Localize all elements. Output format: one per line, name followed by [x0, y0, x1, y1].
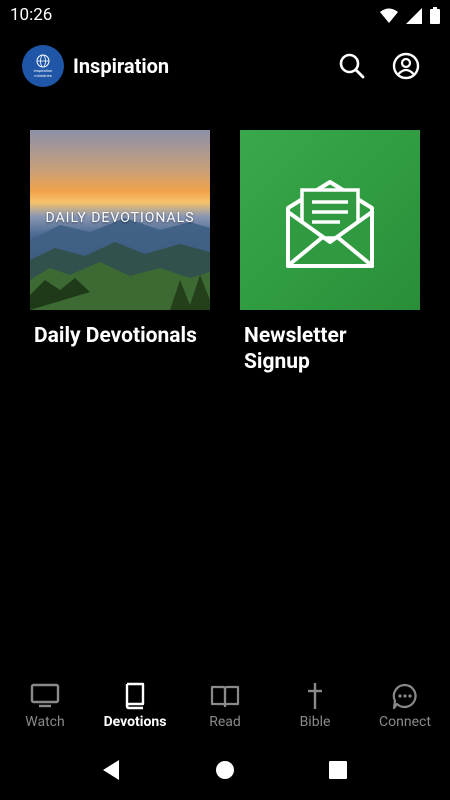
- nav-item-bible[interactable]: Bible: [270, 676, 360, 742]
- app-title: Inspiration: [73, 54, 170, 78]
- status-time: 10:26: [10, 5, 53, 25]
- card-newsletter-signup[interactable]: Newsletter Signup: [240, 130, 420, 375]
- nav-label: Bible: [299, 714, 331, 730]
- status-icons: [380, 7, 440, 24]
- account-circle-icon: [392, 52, 420, 80]
- account-button[interactable]: [390, 50, 422, 82]
- app-logo: inspiration ministries: [22, 45, 64, 87]
- newsletter-thumbnail: [240, 130, 420, 310]
- daily-devotionals-thumbnail: DAILY DEVOTIONALS: [30, 130, 210, 310]
- book-icon: [125, 682, 145, 710]
- signal-icon: [406, 7, 422, 24]
- bottom-nav: Watch Devotions Read Bible Connect: [0, 676, 450, 742]
- system-nav-bar: [0, 742, 450, 800]
- back-icon[interactable]: [101, 759, 121, 781]
- nav-label: Read: [209, 714, 241, 730]
- tv-icon: [30, 683, 60, 708]
- battery-icon: [430, 7, 440, 24]
- nav-item-connect[interactable]: Connect: [360, 676, 450, 742]
- home-icon[interactable]: [215, 759, 235, 781]
- card-title: Newsletter Signup: [244, 324, 347, 374]
- app-bar: inspiration ministries Inspiration: [0, 40, 450, 92]
- search-button[interactable]: [336, 50, 368, 82]
- chat-icon: [392, 683, 417, 710]
- recents-icon[interactable]: [328, 759, 348, 781]
- nav-item-read[interactable]: Read: [180, 676, 270, 742]
- wifi-icon: [380, 8, 398, 23]
- nav-label: Connect: [379, 714, 431, 730]
- card-daily-devotionals[interactable]: DAILY DEVOTIONALS Daily Devotionals: [30, 130, 210, 349]
- search-icon: [339, 53, 365, 79]
- nav-label: Devotions: [103, 714, 167, 730]
- nav-label: Watch: [25, 714, 65, 730]
- cross-icon: [308, 683, 322, 709]
- logo-globe-icon: [36, 54, 50, 68]
- nav-item-watch[interactable]: Watch: [0, 676, 90, 742]
- card-title: Daily Devotionals: [34, 324, 197, 348]
- open-book-icon: [210, 685, 240, 708]
- status-bar: 10:26: [0, 0, 450, 32]
- nav-item-devotions[interactable]: Devotions: [90, 676, 180, 742]
- logo-text-line2: ministries: [34, 73, 52, 78]
- envelope-icon: [286, 180, 374, 268]
- thumbnail-caption: DAILY DEVOTIONALS: [45, 210, 195, 226]
